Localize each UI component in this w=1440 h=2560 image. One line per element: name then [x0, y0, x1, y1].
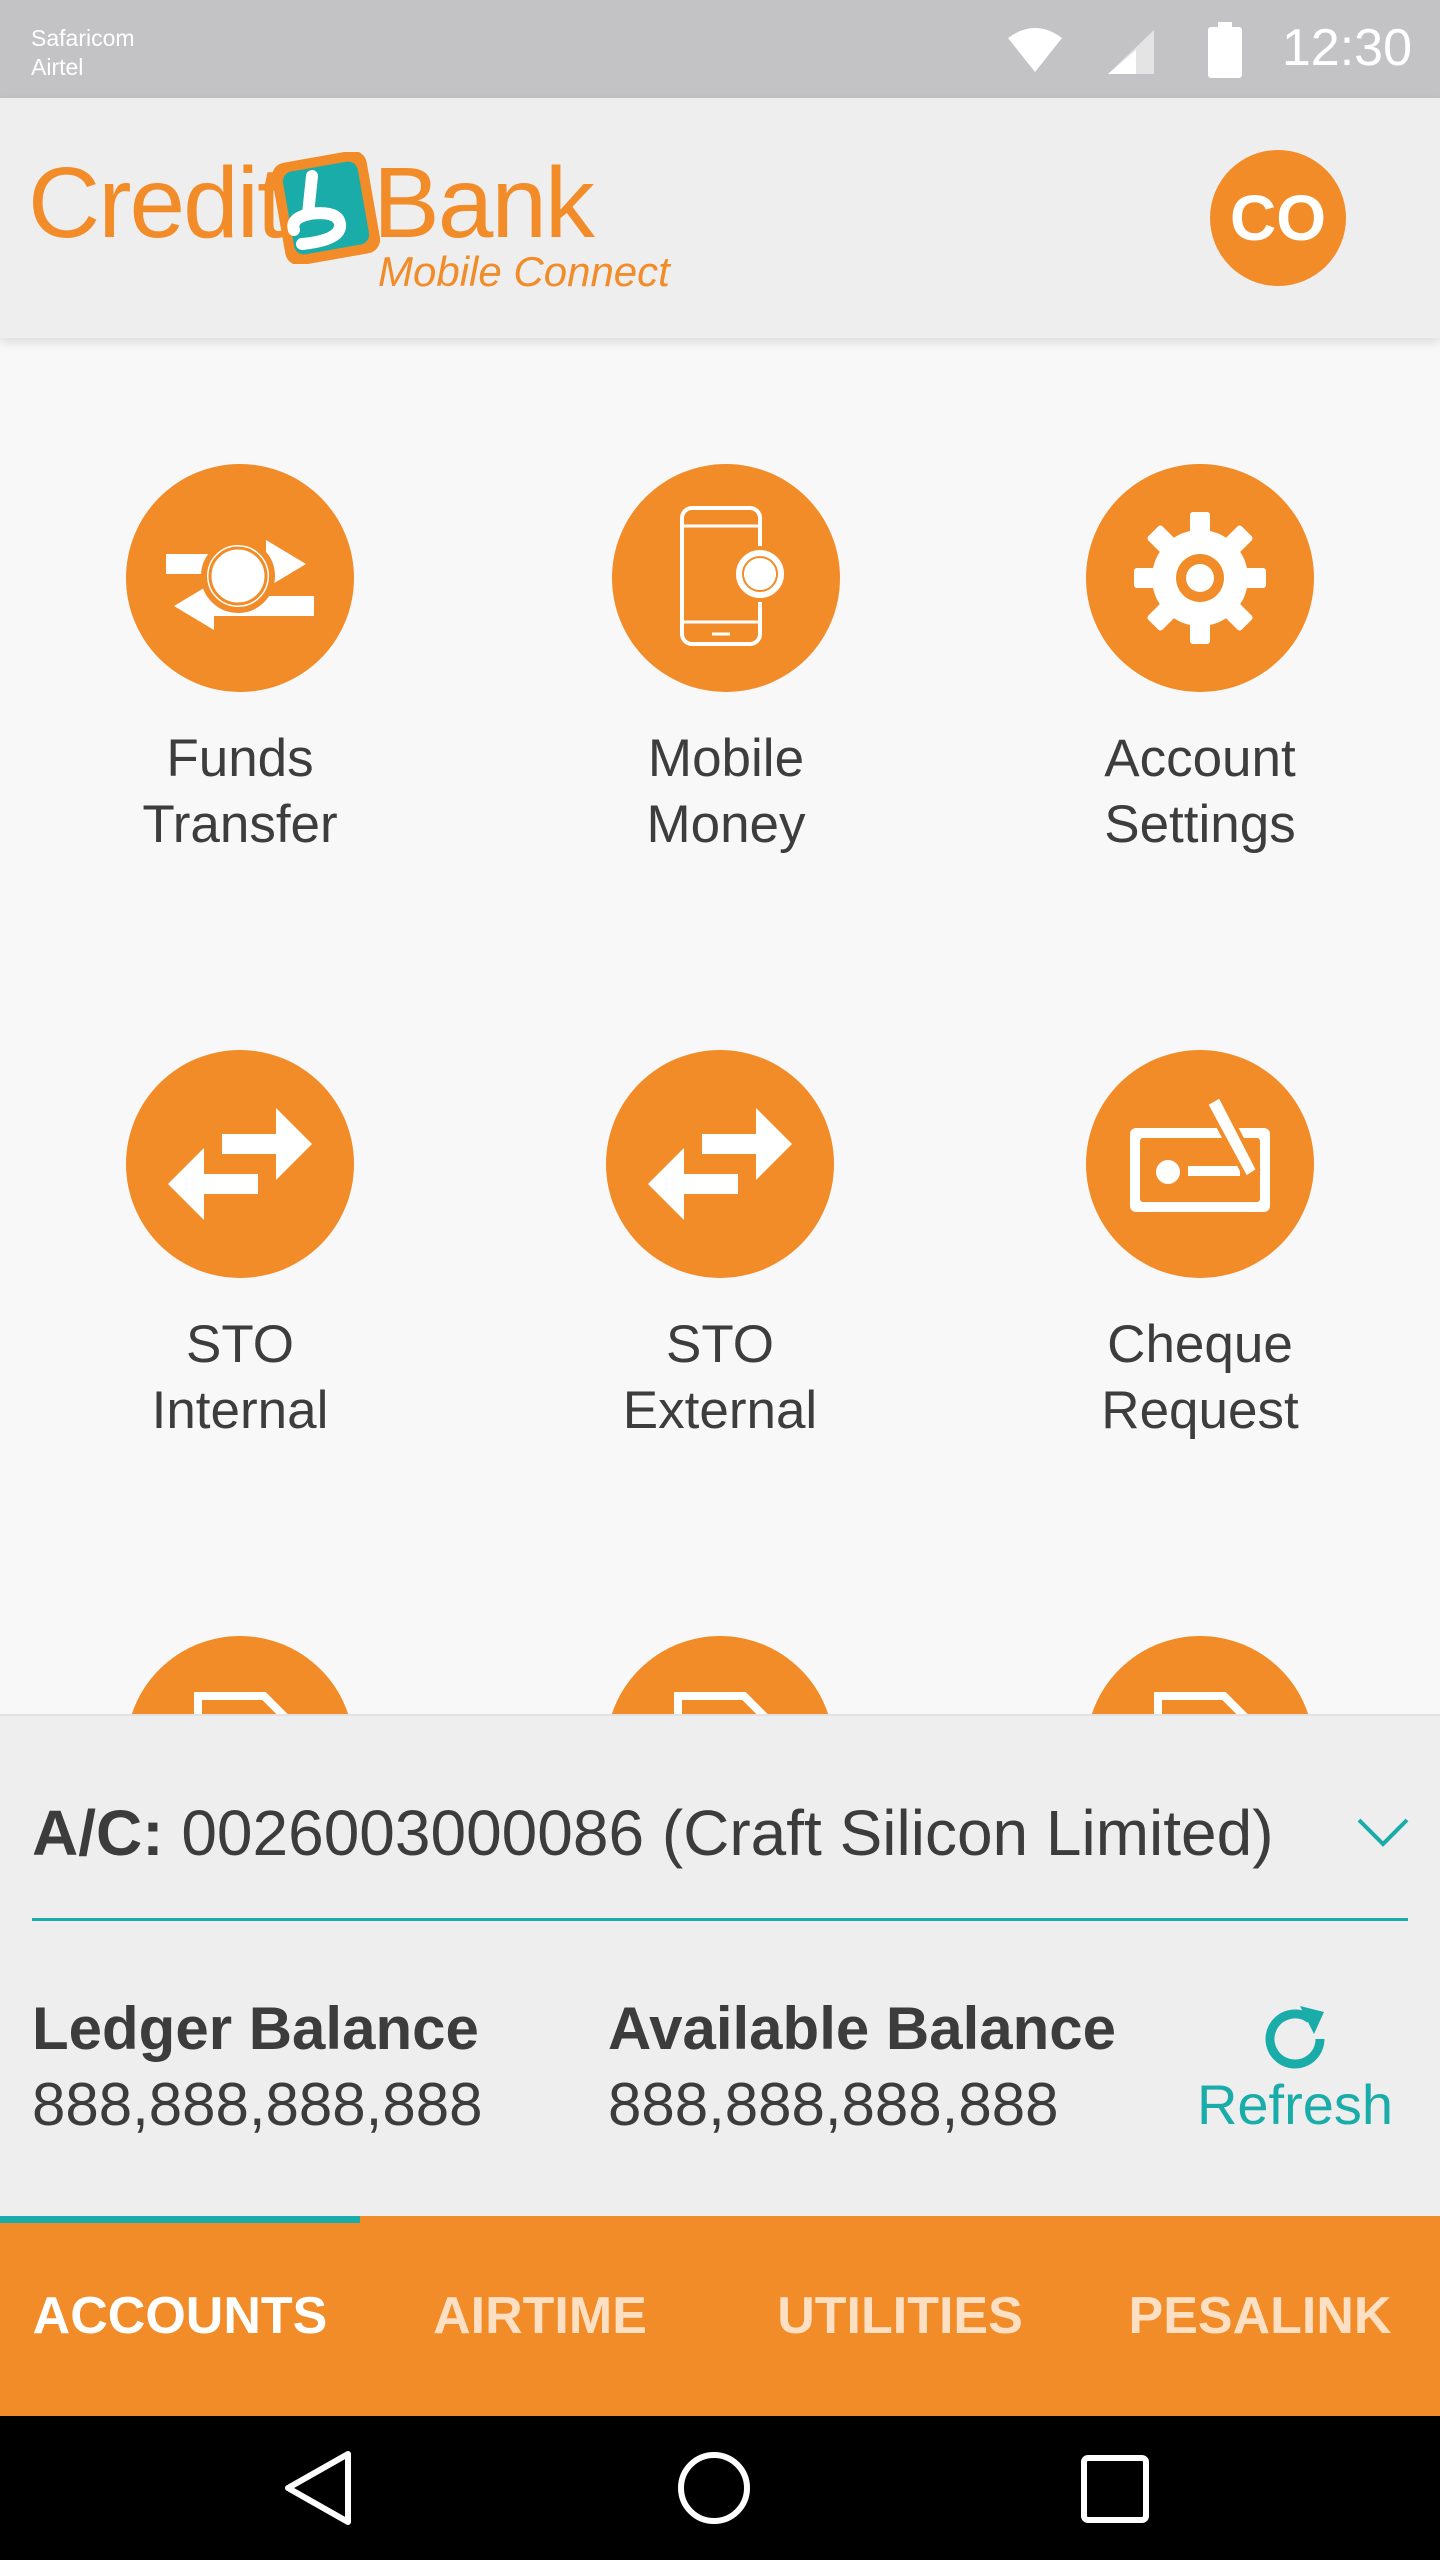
home-icon: [678, 2452, 750, 2524]
service-button-9[interactable]: [1086, 1636, 1314, 1714]
sto-internal-label: STO Internal: [151, 1315, 329, 1440]
carrier-primary: Safaricom: [31, 25, 135, 51]
swap-arrows-icon: [648, 1108, 792, 1220]
account-selector-underline: [32, 1918, 1408, 1921]
account-panel: A/C: 0026003000086 (Craft Silicon Limite…: [0, 1714, 1440, 2216]
funds-transfer-icon: [166, 539, 314, 630]
account-selector[interactable]: A/C: 0026003000086 (Craft Silicon Limite…: [32, 1796, 1274, 1870]
account-settings-label: Account Settings: [1104, 729, 1296, 854]
battery-icon: [1208, 22, 1242, 78]
service-button-8[interactable]: [606, 1636, 834, 1714]
cheque-request-label: Cheque Request: [1101, 1315, 1299, 1440]
app-header: Credit Bank Mobile Connect CO: [0, 98, 1440, 338]
wifi-icon: [1008, 28, 1062, 72]
tab-utilities[interactable]: UTILITIES: [720, 2216, 1080, 2416]
sto-internal-button[interactable]: [126, 1050, 354, 1278]
credit-bank-logo[interactable]: Credit Bank Mobile Connect: [28, 148, 708, 318]
home-button[interactable]: [614, 2416, 814, 2560]
tab-airtime[interactable]: AIRTIME: [360, 2216, 720, 2416]
account-label: A/C:: [32, 1797, 164, 1869]
account-settings-button[interactable]: [1086, 464, 1314, 692]
logo-word-credit: Credit: [28, 147, 285, 259]
system-navigation-bar: [0, 2416, 1440, 2560]
funds-transfer-label: Funds Transfer: [142, 729, 338, 854]
logo-mark-icon: [271, 152, 381, 264]
recents-icon: [1081, 2455, 1149, 2523]
tab-accounts[interactable]: ACCOUNTS: [0, 2216, 360, 2416]
bottom-tab-bar: ACCOUNTS AIRTIME UTILITIES PESALINK: [0, 2216, 1440, 2416]
carrier-names: Safaricom Airtel: [31, 24, 135, 82]
available-balance-value: 888,888,888,888: [608, 2071, 1059, 2138]
document-icon: [1154, 1692, 1248, 1714]
sto-external-button[interactable]: [606, 1050, 834, 1278]
ledger-balance-value: 888,888,888,888: [32, 2071, 483, 2138]
logo-tagline: Mobile Connect: [378, 248, 670, 295]
carrier-secondary: Airtel: [31, 54, 84, 80]
back-button[interactable]: [220, 2416, 420, 2560]
ledger-balance-label: Ledger Balance: [32, 1995, 479, 2062]
document-icon: [674, 1692, 768, 1714]
gear-icon: [1134, 512, 1266, 644]
mobile-money-icon: [680, 506, 788, 646]
refresh-button[interactable]: Refresh: [1190, 2002, 1400, 2162]
refresh-label: Refresh: [1196, 2073, 1394, 2136]
cheque-request-button[interactable]: [1086, 1050, 1314, 1278]
document-icon: [194, 1692, 288, 1714]
mobile-money-button[interactable]: [612, 464, 840, 692]
status-time: 12:30: [1281, 19, 1412, 77]
sto-external-label: STO External: [622, 1315, 818, 1440]
funds-transfer-button[interactable]: [126, 464, 354, 692]
account-value: 0026003000086 (Craft Silicon Limited): [181, 1797, 1274, 1869]
back-icon: [285, 2451, 351, 2525]
refresh-icon: [1265, 2006, 1325, 2069]
tab-pesalink[interactable]: PESALINK: [1080, 2216, 1440, 2416]
cheque-icon: [1130, 1093, 1270, 1212]
status-bar: Safaricom Airtel 12:30: [0, 0, 1440, 98]
signal-icon: [1108, 30, 1154, 74]
swap-arrows-icon: [168, 1108, 312, 1220]
service-button-7[interactable]: [126, 1636, 354, 1714]
logo-word-bank: Bank: [373, 147, 595, 259]
available-balance-label: Available Balance: [608, 1995, 1117, 2062]
user-avatar[interactable]: CO: [1210, 150, 1346, 286]
services-grid: Funds Transfer Mobile Money Account Sett…: [0, 338, 1440, 1714]
recents-button[interactable]: [1016, 2416, 1216, 2560]
mobile-money-label: Mobile Money: [646, 729, 806, 854]
chevron-down-icon[interactable]: [1356, 1816, 1410, 1850]
